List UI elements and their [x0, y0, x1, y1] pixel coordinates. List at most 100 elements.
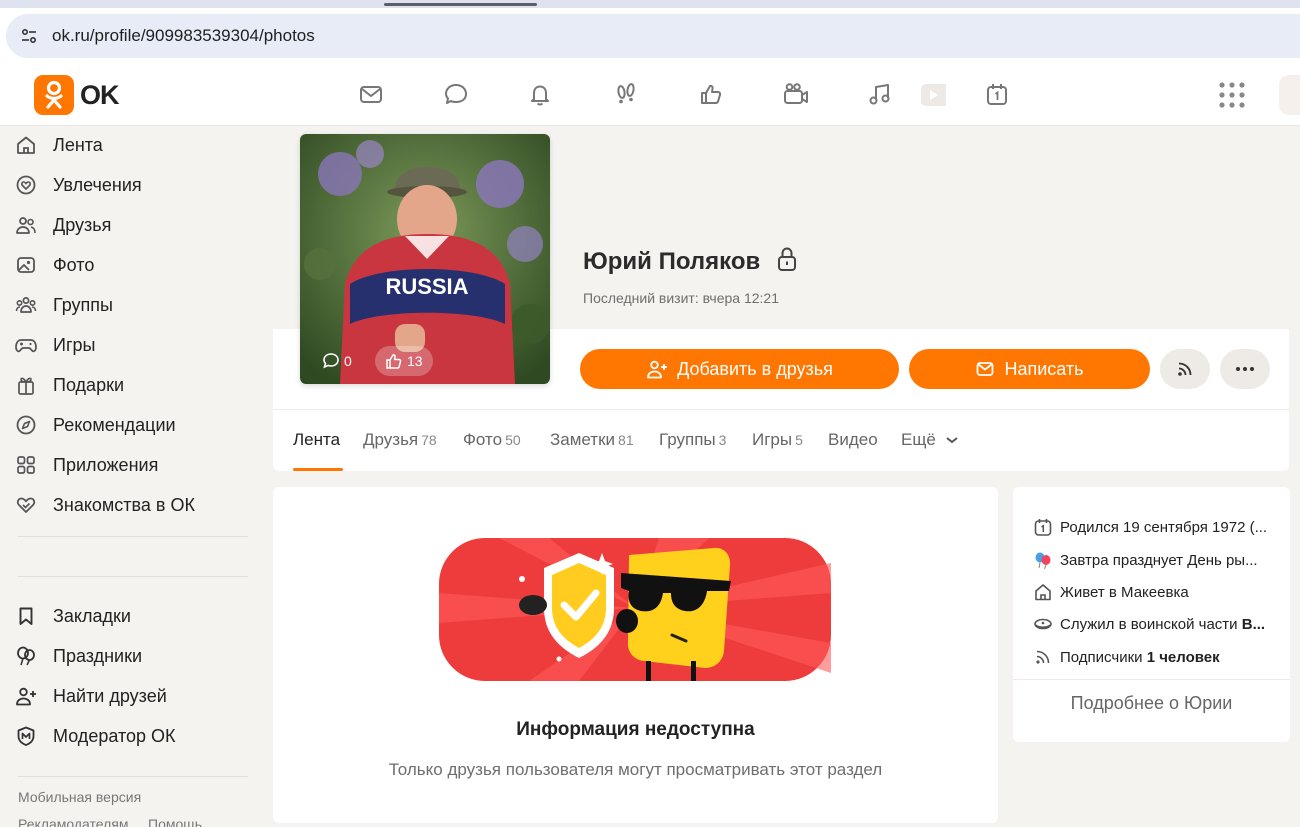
sidebar-item-feed[interactable]: Лента	[14, 127, 103, 163]
sidebar-item-label: Знакомства в ОК	[53, 494, 195, 515]
photo-comments-count: 0	[344, 353, 352, 369]
add-friend-button[interactable]: Добавить в друзья	[580, 349, 899, 389]
sidebar-item-label: Приложения	[53, 454, 159, 475]
bell-icon[interactable]	[524, 78, 556, 110]
more-actions-button[interactable]	[1220, 349, 1270, 389]
apps-grid-icon[interactable]	[1218, 81, 1246, 109]
about-card: Родился 19 сентября 1972 (... Завтра пра…	[1013, 487, 1290, 742]
tab-photo[interactable]: Фото 50	[463, 430, 521, 450]
locked-subtitle: Только друзья пользователя могут просмат…	[388, 760, 883, 779]
mail-icon[interactable]	[355, 78, 387, 110]
tab-more[interactable]: Ещё	[901, 430, 959, 450]
sidebar-item-find-friends[interactable]: Найти друзей	[14, 678, 167, 714]
last-visit-text: Последний визит: вчера 12:21	[583, 290, 779, 306]
locked-content-card: Информация недоступна Только друзья поль…	[273, 487, 998, 823]
guests-footprints-icon[interactable]	[610, 78, 642, 110]
about-city-text: Живет в Макеевка	[1060, 583, 1189, 601]
tab-count: 5	[795, 432, 803, 448]
advertisers-link[interactable]: Рекламодателям	[18, 816, 128, 827]
sidebar-item-label: Подарки	[53, 374, 125, 395]
subscribe-button[interactable]	[1160, 349, 1210, 389]
about-subscribers-text: Подписчики 1 человек	[1060, 649, 1220, 666]
site-settings-icon[interactable]	[14, 21, 44, 51]
sidebar-item-apps[interactable]: Приложения	[14, 447, 158, 483]
sidebar-divider	[18, 776, 248, 777]
dating-icon	[14, 493, 38, 517]
sidebar-item-photo[interactable]: Фото	[14, 247, 94, 283]
video-play-icon[interactable]	[916, 78, 948, 110]
tab-games[interactable]: Игры 5	[752, 430, 803, 450]
left-sidebar: Лента Увлечения Друзья Фото Группы Игры …	[0, 126, 262, 827]
groups-icon	[14, 293, 38, 317]
ok-topbar: OK	[0, 64, 1300, 126]
tab-feed[interactable]: Лента	[293, 430, 340, 450]
sidebar-item-label: Увлечения	[53, 174, 142, 195]
photo-likes-count: 13	[407, 353, 423, 369]
sidebar-item-dating[interactable]: Знакомства в ОК	[14, 487, 195, 523]
sidebar-item-label: Найти друзей	[53, 685, 167, 706]
active-tab-indicator[interactable]	[384, 3, 537, 6]
about-military[interactable]: Служил в воинской части В...	[1033, 612, 1278, 636]
balloons-icon	[14, 644, 38, 668]
add-friend-icon	[14, 684, 38, 708]
about-city: Живет в Макеевка	[1033, 580, 1278, 604]
bookmark-icon	[14, 604, 38, 628]
photo-comments-badge[interactable]: 0	[312, 346, 362, 376]
locked-title: Информация недоступна	[516, 719, 755, 740]
tab-notes[interactable]: Заметки 81	[550, 430, 634, 450]
sidebar-item-label: Модератор ОК	[53, 725, 176, 746]
tab-video[interactable]: Видео	[828, 430, 878, 450]
write-message-label: Написать	[1004, 358, 1084, 379]
tab-label: Видео	[828, 430, 878, 449]
mail-icon	[977, 362, 994, 376]
sidebar-item-label: Лента	[53, 134, 103, 155]
tab-count: 50	[505, 432, 521, 448]
tab-friends[interactable]: Друзья 78	[363, 430, 437, 450]
add-friend-label: Добавить в друзья	[677, 358, 833, 379]
photo-icon	[14, 253, 38, 277]
music-icon[interactable]	[864, 78, 896, 110]
like-icon	[386, 354, 402, 369]
tab-groups[interactable]: Группы 3	[659, 430, 726, 450]
write-message-button[interactable]: Написать	[909, 349, 1150, 389]
profile-avatar[interactable]: RUSSIA 0 13	[300, 134, 550, 384]
photo-likes-badge[interactable]: 13	[375, 346, 433, 376]
sidebar-item-hobbies[interactable]: Увлечения	[14, 167, 142, 203]
sidebar-item-label: Игры	[53, 334, 96, 355]
sidebar-item-groups[interactable]: Группы	[14, 287, 113, 323]
home-icon	[14, 133, 38, 157]
url-field[interactable]: ok.ru/profile/909983539304/photos	[6, 14, 1300, 58]
user-menu-button[interactable]	[1279, 75, 1300, 115]
browser-address-bar: ok.ru/profile/909983539304/photos	[0, 8, 1300, 64]
camera-icon[interactable]	[780, 78, 812, 110]
about-holiday[interactable]: Завтра празднует День ры...	[1033, 548, 1278, 572]
sidebar-item-games[interactable]: Игры	[14, 327, 95, 363]
sidebar-item-gifts[interactable]: Подарки	[14, 367, 124, 403]
mobile-version-link[interactable]: Мобильная версия	[18, 789, 141, 805]
help-link[interactable]: Помощь	[148, 816, 202, 827]
apps-icon	[14, 453, 38, 477]
about-more-link[interactable]: Подробнее о Юрии	[1013, 693, 1290, 714]
calendar-icon[interactable]	[981, 78, 1013, 110]
about-birthday: Родился 19 сентября 1972 (...	[1033, 515, 1278, 539]
rss-icon	[1033, 647, 1053, 667]
sidebar-divider	[18, 576, 248, 577]
tab-label: Фото	[463, 430, 503, 449]
tab-label: Друзья	[363, 430, 419, 449]
profile-name: Юрий Поляков	[583, 247, 761, 275]
chat-bubble-icon[interactable]	[440, 78, 472, 110]
about-subscribers[interactable]: Подписчики 1 человек	[1033, 645, 1278, 669]
military-cap-icon	[1033, 614, 1053, 634]
ok-logo[interactable]: OK	[34, 75, 119, 115]
sidebar-item-label: Закладки	[53, 605, 131, 626]
sidebar-item-recommendations[interactable]: Рекомендации	[14, 407, 176, 443]
sidebar-item-moderator[interactable]: Модератор ОК	[14, 718, 176, 754]
svg-text:RUSSIA: RUSSIA	[385, 274, 468, 299]
sidebar-item-bookmarks[interactable]: Закладки	[14, 598, 131, 634]
like-icon[interactable]	[695, 78, 727, 110]
about-holiday-text: Завтра празднует День ры...	[1060, 551, 1258, 569]
about-birthday-text: Родился 19 сентября 1972 (...	[1060, 518, 1268, 536]
tab-label: Заметки	[550, 430, 616, 449]
sidebar-item-friends[interactable]: Друзья	[14, 207, 111, 243]
sidebar-item-holidays[interactable]: Праздники	[14, 638, 142, 674]
